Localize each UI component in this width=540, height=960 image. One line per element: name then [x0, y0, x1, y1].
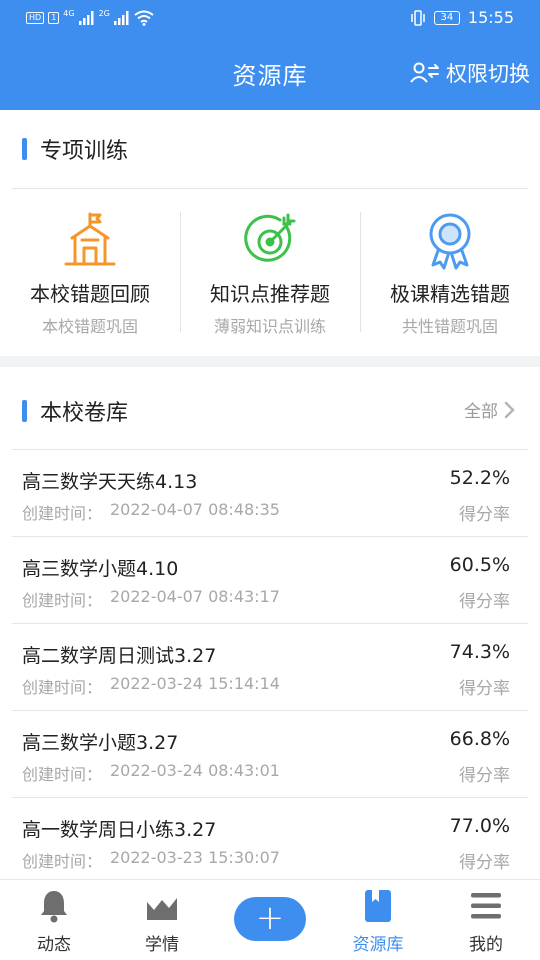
nav-label: 动态 — [37, 935, 71, 955]
created-time-label: 创建时间： — [22, 591, 103, 610]
bell-icon — [41, 891, 67, 923]
nav-label: 资源库 — [352, 935, 404, 955]
app-header: HD 1 4G 2G 34 15:55 资源库 权限切换 — [0, 0, 540, 110]
section-accent-bar — [22, 400, 27, 422]
special-training-title: 专项训练 — [40, 139, 129, 164]
score-rate-label: 得分率 — [459, 679, 510, 699]
divider — [12, 188, 528, 189]
target-arrow-icon — [244, 213, 296, 262]
created-time: 2022-03-23 15:30:07 — [110, 848, 280, 867]
score-rate: 52.2% — [449, 467, 510, 489]
paper-name: 高二数学周日测试3.27 — [22, 645, 217, 667]
paper-library-header: 本校卷库 — [0, 372, 540, 450]
nav-label: 我的 — [469, 935, 503, 955]
special-training-items: 本校错题回顾 本校错题巩固 知识点推荐题 薄弱知识点训练 极课精选错题 共性错题… — [0, 210, 540, 336]
chart-area-icon — [147, 894, 177, 920]
paper-item[interactable]: 高三数学天天练4.13 创建时间： 2022-04-07 08:48:35 52… — [0, 449, 540, 536]
paper-library-card: 本校卷库 全部 高三数学天天练4.13 创建时间： 2022-04-07 08:… — [0, 367, 540, 879]
bottom-nav: 动态 学情 资源库 我的 + — [0, 879, 540, 960]
signal2-type: 2G — [98, 9, 110, 18]
chevron-right-icon — [504, 401, 515, 418]
status-right: 34 15:55 — [410, 8, 514, 27]
nav-item-analytics[interactable]: 学情 — [108, 880, 216, 960]
hd-tag: HD — [26, 12, 45, 24]
status-bar: HD 1 4G 2G 34 15:55 — [0, 0, 540, 36]
book-icon — [365, 890, 391, 922]
paper-name: 高一数学周日小练3.27 — [22, 819, 217, 841]
paper-item[interactable]: 高二数学周日测试3.27 创建时间： 2022-03-24 15:14:14 7… — [0, 623, 540, 710]
battery-indicator: 34 — [433, 10, 460, 25]
feature-selected-wrong[interactable]: 极课精选错题 共性错题巩固 — [360, 210, 540, 336]
view-all-label: 全部 — [464, 402, 498, 422]
paper-name: 高三数学天天练4.13 — [22, 471, 198, 493]
status-left: HD 1 4G 2G — [26, 10, 154, 26]
feature-subtitle: 共性错题巩固 — [401, 317, 498, 336]
feature-subtitle: 薄弱知识点训练 — [213, 317, 326, 336]
award-ribbon-icon — [429, 213, 471, 270]
feature-title: 知识点推荐题 — [210, 282, 330, 306]
permission-switch-label: 权限切换 — [446, 62, 530, 86]
school-building-icon — [64, 212, 116, 266]
wifi-icon — [134, 10, 154, 26]
created-time-label: 创建时间： — [22, 852, 103, 871]
feature-title: 本校错题回顾 — [30, 282, 150, 306]
paper-name: 高三数学小题4.10 — [22, 558, 179, 580]
created-time: 2022-03-24 15:14:14 — [110, 674, 280, 693]
score-rate-label: 得分率 — [459, 592, 510, 612]
paper-name: 高三数学小题3.27 — [22, 732, 179, 754]
signal-bars-icon — [113, 11, 129, 25]
created-time-label: 创建时间： — [22, 765, 103, 784]
nav-item-dynamics[interactable]: 动态 — [0, 880, 108, 960]
user-switch-icon — [410, 62, 439, 83]
screen: HD 1 4G 2G 34 15:55 资源库 权限切换 专项训练 本校错题回顾… — [0, 0, 540, 960]
feature-school-wrong-review[interactable]: 本校错题回顾 本校错题巩固 — [0, 210, 180, 336]
created-time: 2022-04-07 08:43:17 — [110, 587, 280, 606]
sim1-tag: 1 — [48, 12, 60, 24]
clock: 15:55 — [467, 8, 514, 27]
special-training-card: 专项训练 本校错题回顾 本校错题巩固 知识点推荐题 薄弱知识点训练 极课精选错题… — [0, 110, 540, 356]
created-time-label: 创建时间： — [22, 678, 103, 697]
signal1-type: 4G — [63, 9, 75, 18]
vibrate-icon — [411, 9, 425, 26]
paper-library-title: 本校卷库 — [40, 401, 129, 426]
paper-item[interactable]: 高三数学小题3.27 创建时间： 2022-03-24 08:43:01 66.… — [0, 710, 540, 797]
score-rate: 74.3% — [449, 641, 510, 663]
score-rate: 77.0% — [449, 815, 510, 837]
menu-icon — [471, 893, 501, 919]
signal-bars-icon — [78, 11, 94, 25]
nav-item-resources[interactable]: 资源库 — [324, 880, 432, 960]
score-rate: 66.8% — [449, 728, 510, 750]
special-training-header: 专项训练 — [0, 110, 540, 188]
feature-knowledge-recommend[interactable]: 知识点推荐题 薄弱知识点训练 — [180, 210, 360, 336]
paper-item[interactable]: 高一数学周日小练3.27 创建时间： 2022-03-23 15:30:07 7… — [0, 797, 540, 879]
section-accent-bar — [22, 138, 27, 160]
feature-title: 极课精选错题 — [390, 282, 510, 306]
score-rate-label: 得分率 — [459, 766, 510, 786]
add-button[interactable]: + — [234, 897, 306, 941]
created-time: 2022-03-24 08:43:01 — [110, 761, 280, 780]
feature-subtitle: 本校错题巩固 — [41, 317, 138, 336]
nav-item-profile[interactable]: 我的 — [432, 880, 540, 960]
created-time-label: 创建时间： — [22, 504, 103, 523]
created-time: 2022-04-07 08:48:35 — [110, 500, 280, 519]
paper-item[interactable]: 高三数学小题4.10 创建时间： 2022-04-07 08:43:17 60.… — [0, 536, 540, 623]
view-all-link[interactable]: 全部 — [464, 397, 516, 422]
score-rate-label: 得分率 — [459, 505, 510, 525]
score-rate: 60.5% — [449, 554, 510, 576]
paper-list: 高三数学天天练4.13 创建时间： 2022-04-07 08:48:35 52… — [0, 449, 540, 879]
permission-switch-button[interactable]: 权限切换 — [410, 58, 530, 88]
score-rate-label: 得分率 — [459, 853, 510, 873]
nav-label: 学情 — [145, 935, 179, 955]
